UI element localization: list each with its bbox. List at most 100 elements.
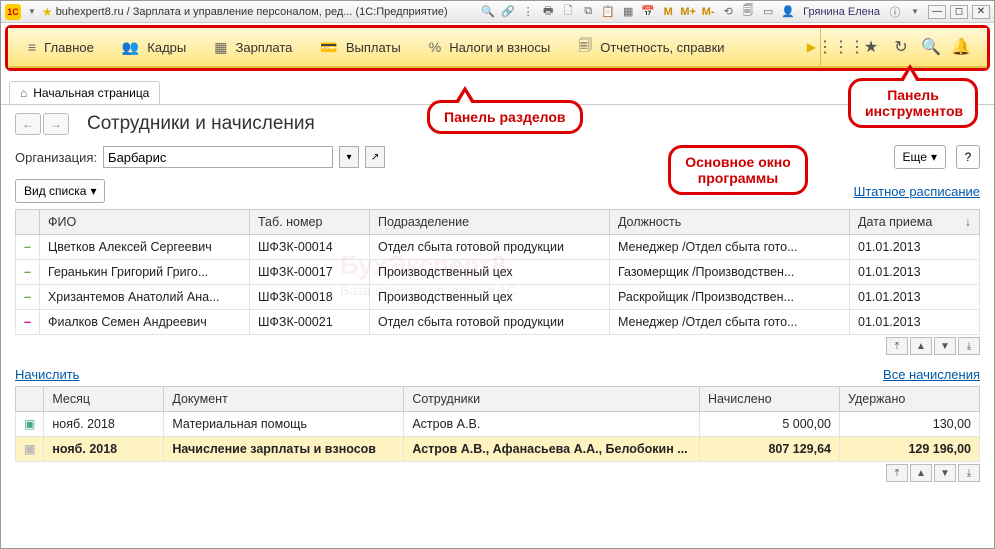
col-emp[interactable]: Сотрудники: [404, 387, 700, 412]
more-button[interactable]: Еще▾: [894, 145, 946, 169]
cell-month: нояб. 2018: [44, 437, 164, 462]
percent-icon: %: [429, 39, 441, 55]
nav-back-button[interactable]: ←: [15, 113, 41, 135]
table-row[interactable]: – Геранькин Григорий Григо... ШФЗК-00017…: [16, 260, 980, 285]
search-small-icon[interactable]: 🔍: [479, 4, 497, 20]
scroll-top-icon[interactable]: ⤒: [886, 337, 908, 355]
table-row[interactable]: – Цветков Алексей Сергеевич ШФЗК-00014 О…: [16, 235, 980, 260]
section-salary[interactable]: ▦Зарплата: [200, 28, 306, 66]
scroll-bottom-icon[interactable]: ⤓: [958, 337, 980, 355]
col-marker[interactable]: [16, 387, 44, 412]
app-menu-dropdown-icon[interactable]: ▼: [28, 7, 36, 16]
status-dash-icon: –: [24, 265, 31, 279]
info-icon[interactable]: ⓘ: [886, 4, 904, 20]
cell-fio: Хризантемов Анатолий Ана...: [39, 285, 249, 310]
tab-home[interactable]: ⌂ Начальная страница: [9, 81, 160, 104]
scroll-up-icon[interactable]: ▲: [910, 464, 932, 482]
compare-icon[interactable]: ⧉: [579, 4, 597, 20]
section-taxes[interactable]: %Налоги и взносы: [415, 28, 565, 66]
cell-dept: Производственный цех: [369, 260, 609, 285]
col-marker[interactable]: [16, 210, 40, 235]
section-label: Кадры: [147, 40, 186, 55]
calendar-icon[interactable]: 📅: [639, 4, 657, 20]
employees-table[interactable]: ФИО Таб. номер Подразделение Должность Д…: [15, 209, 980, 335]
scroll-bottom-icon[interactable]: ⤓: [958, 464, 980, 482]
sort-desc-icon: ↓: [965, 215, 971, 229]
scroll-down-icon[interactable]: ▼: [934, 337, 956, 355]
org-input[interactable]: [103, 146, 333, 168]
col-accrued[interactable]: Начислено: [700, 387, 840, 412]
col-tabnum[interactable]: Таб. номер: [249, 210, 369, 235]
table-icon: ▦: [214, 39, 227, 56]
menu-dd-icon[interactable]: ▼: [906, 4, 924, 20]
view-mode-button[interactable]: Вид списка▾: [15, 179, 105, 203]
m-icon[interactable]: M: [659, 4, 677, 20]
minimize-button[interactable]: —: [928, 5, 946, 19]
cell-doc: Материальная помощь: [164, 412, 404, 437]
org-dropdown-button[interactable]: ▾: [339, 146, 359, 168]
sections-panel: ≡Главное 👥 Кадры ▦Зарплата 💳Выплаты %Нало…: [8, 28, 987, 68]
history-icon[interactable]: ↻: [889, 35, 913, 59]
section-main[interactable]: ≡Главное: [14, 28, 108, 66]
col-hired-label: Дата приема: [858, 215, 932, 229]
back-history-icon[interactable]: ⟲: [719, 4, 737, 20]
favorite-icon[interactable]: ★: [42, 5, 53, 19]
print-icon[interactable]: 🖶: [539, 4, 557, 20]
scroll-up-icon[interactable]: ▲: [910, 337, 932, 355]
maximize-button[interactable]: ◻: [950, 5, 968, 19]
cell-dept: Отдел сбыта готовой продукции: [369, 310, 609, 335]
scroll-top-icon[interactable]: ⤒: [886, 464, 908, 482]
section-label: Отчетность, справки: [600, 40, 724, 55]
cell-pos: Менеджер /Отдел сбыта гото...: [609, 235, 849, 260]
col-fio[interactable]: ФИО: [39, 210, 249, 235]
help-button[interactable]: ?: [956, 145, 980, 169]
col-withheld[interactable]: Удержано: [840, 387, 980, 412]
table-row[interactable]: – Хризантемов Анатолий Ана... ШФЗК-00018…: [16, 285, 980, 310]
tab-label: Начальная страница: [33, 86, 149, 100]
org-open-button[interactable]: ↗: [365, 146, 385, 168]
clipboard-icon[interactable]: 📋: [599, 4, 617, 20]
section-reports[interactable]: 🗐Отчетность, справки: [564, 28, 738, 66]
m-minus-icon[interactable]: M-: [699, 4, 717, 20]
table-row[interactable]: ▣ нояб. 2018 Материальная помощь Астров …: [16, 412, 980, 437]
table-header-row: Месяц Документ Сотрудники Начислено Удер…: [16, 387, 980, 412]
search-icon[interactable]: 🔍: [919, 35, 943, 59]
col-doc[interactable]: Документ: [164, 387, 404, 412]
nav-forward-button[interactable]: →: [43, 113, 69, 135]
link-icon[interactable]: 🔗: [499, 4, 517, 20]
people-icon: 👥: [122, 39, 139, 56]
close-button[interactable]: ✕: [972, 5, 990, 19]
cell-tabnum: ШФЗК-00018: [249, 285, 369, 310]
section-personnel[interactable]: 👥 Кадры: [108, 28, 200, 66]
doc-icon[interactable]: 🗋: [559, 4, 577, 20]
all-accruals-link[interactable]: Все начисления: [883, 367, 980, 382]
copy-icon[interactable]: 🗐: [739, 4, 757, 20]
row-marker: ▣: [16, 412, 44, 437]
sections-panel-highlight: ≡Главное 👥 Кадры ▦Зарплата 💳Выплаты %Нало…: [5, 25, 990, 71]
star-icon[interactable]: ★: [859, 35, 883, 59]
cell-emp: Астров А.В., Афанасьева А.А., Белобокин …: [404, 437, 700, 462]
col-pos[interactable]: Должность: [609, 210, 849, 235]
bell-icon[interactable]: 🔔: [949, 35, 973, 59]
document-icon: ▣: [24, 442, 35, 456]
cell-month: нояб. 2018: [44, 412, 164, 437]
cell-tabnum: ШФЗК-00014: [249, 235, 369, 260]
col-month[interactable]: Месяц: [44, 387, 164, 412]
section-payments[interactable]: 💳Выплаты: [306, 28, 414, 66]
m-plus-icon[interactable]: M+: [679, 4, 697, 20]
scroll-down-icon[interactable]: ▼: [934, 464, 956, 482]
user-name[interactable]: Грянина Елена: [803, 6, 880, 18]
col-dept[interactable]: Подразделение: [369, 210, 609, 235]
accruals-table[interactable]: Месяц Документ Сотрудники Начислено Удер…: [15, 386, 980, 462]
table-row[interactable]: – Фиалков Семен Андреевич ШФЗК-00021 Отд…: [16, 310, 980, 335]
apps-grid-icon[interactable]: ⋮⋮⋮: [829, 35, 853, 59]
user-icon: 👤: [779, 4, 797, 20]
status-dash-icon: –: [24, 290, 31, 304]
col-hired[interactable]: Дата приема ↓: [850, 210, 980, 235]
table-row[interactable]: ▣ нояб. 2018 Начисление зарплаты и взнос…: [16, 437, 980, 462]
calc-icon[interactable]: ▦: [619, 4, 637, 20]
window-list-icon[interactable]: ▭: [759, 4, 777, 20]
accrue-link[interactable]: Начислить: [15, 367, 79, 382]
row-marker: –: [16, 285, 40, 310]
staffing-link[interactable]: Штатное расписание: [853, 184, 980, 199]
